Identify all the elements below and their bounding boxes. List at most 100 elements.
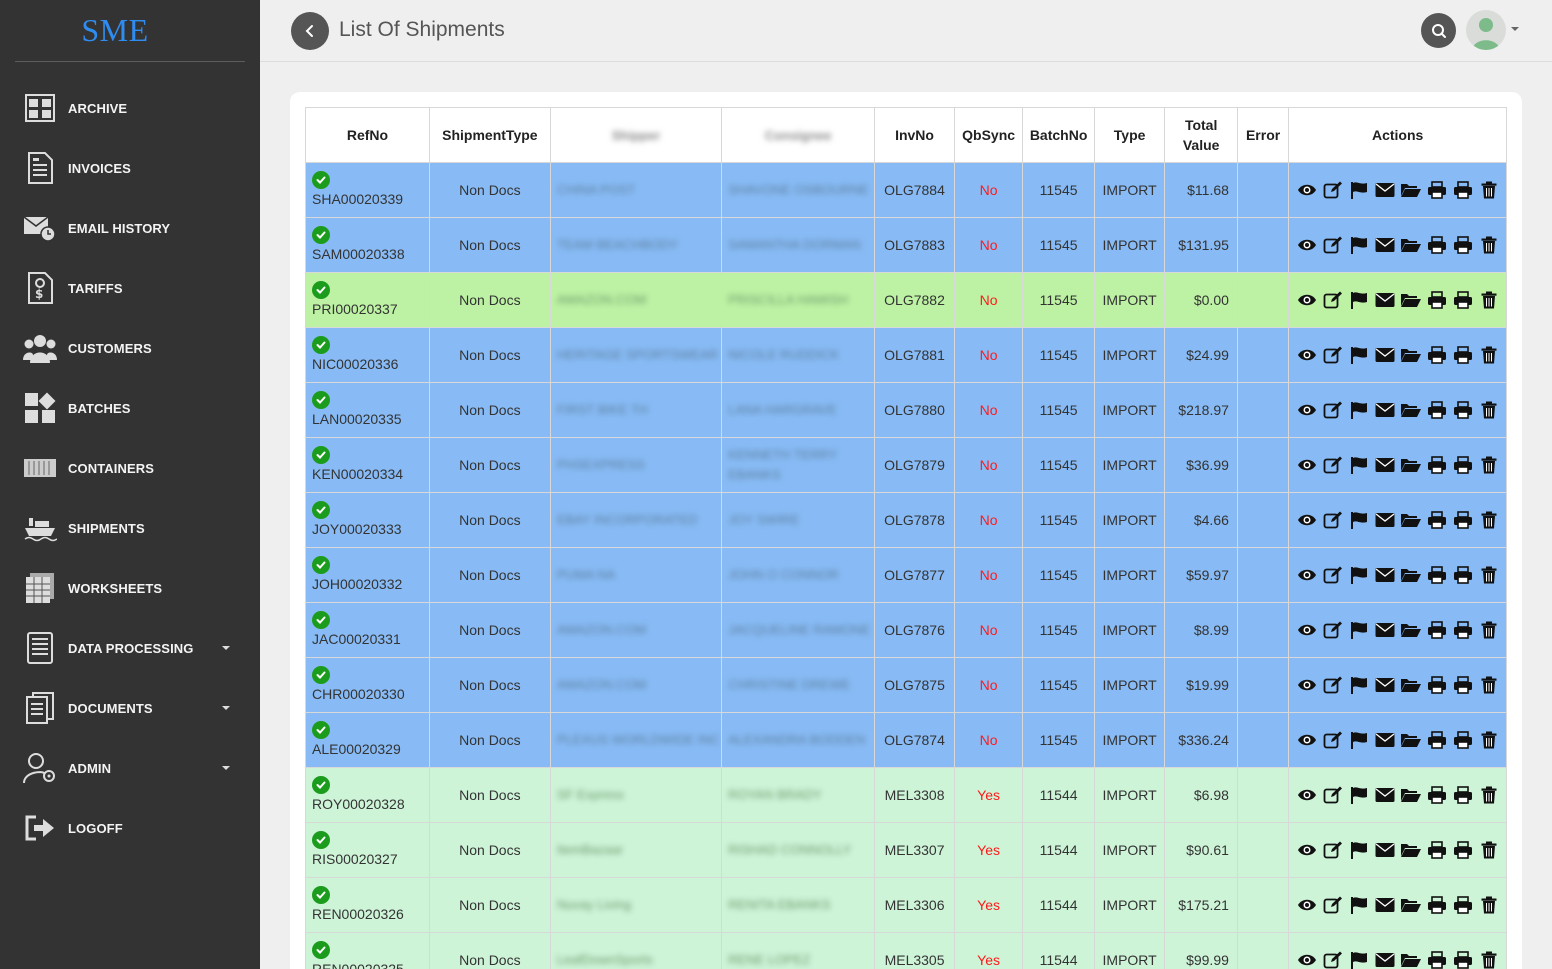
brand-logo[interactable]: SME bbox=[15, 0, 245, 62]
table-row[interactable]: JOH00020332 Non Docs PUMA NA JOHN O CONNOR O… bbox=[305, 547, 1507, 603]
folder-open-icon[interactable] bbox=[1400, 674, 1422, 696]
folder-open-icon[interactable] bbox=[1400, 179, 1422, 201]
user-menu-caret[interactable] bbox=[1511, 27, 1519, 31]
trash-icon[interactable] bbox=[1478, 234, 1500, 256]
trash-icon[interactable] bbox=[1478, 289, 1500, 311]
view-icon[interactable] bbox=[1296, 509, 1318, 531]
sidebar-item-data-processing[interactable]: DATA PROCESSING bbox=[0, 618, 260, 678]
print-icon[interactable] bbox=[1426, 179, 1448, 201]
sidebar-item-logoff[interactable]: LOGOFF bbox=[0, 798, 260, 858]
cell-refno[interactable]: LAN00020335 bbox=[305, 382, 430, 438]
folder-open-icon[interactable] bbox=[1400, 344, 1422, 366]
table-row[interactable]: CHR00020330 Non Docs AMAZON.COM CHRISTINE D… bbox=[305, 657, 1507, 713]
table-row[interactable]: KEN00020334 Non Docs PHSEXPRESS KENNETH TER… bbox=[305, 437, 1507, 493]
sidebar-item-admin[interactable]: ADMIN bbox=[0, 738, 260, 798]
col-total-value[interactable]: Total Value bbox=[1164, 107, 1238, 163]
email-icon[interactable] bbox=[1374, 619, 1396, 641]
table-row[interactable]: REN00020325 Non Docs LeafDownSports RENE LO… bbox=[305, 932, 1507, 969]
edit-icon[interactable] bbox=[1322, 729, 1344, 751]
view-icon[interactable] bbox=[1296, 179, 1318, 201]
trash-icon[interactable] bbox=[1478, 784, 1500, 806]
trash-icon[interactable] bbox=[1478, 399, 1500, 421]
sidebar-item-invoices[interactable]: INVOICES bbox=[0, 138, 260, 198]
folder-open-icon[interactable] bbox=[1400, 454, 1422, 476]
col-consignee[interactable]: Consignee bbox=[721, 107, 876, 163]
edit-icon[interactable] bbox=[1322, 289, 1344, 311]
trash-icon[interactable] bbox=[1478, 674, 1500, 696]
print-icon[interactable] bbox=[1426, 674, 1448, 696]
flag-icon[interactable] bbox=[1348, 894, 1370, 916]
view-icon[interactable] bbox=[1296, 894, 1318, 916]
edit-icon[interactable] bbox=[1322, 509, 1344, 531]
email-icon[interactable] bbox=[1374, 454, 1396, 476]
sidebar-item-batches[interactable]: BATCHES bbox=[0, 378, 260, 438]
print-icon[interactable] bbox=[1452, 234, 1474, 256]
print-icon[interactable] bbox=[1452, 729, 1474, 751]
cell-refno[interactable]: REN00020325 bbox=[305, 932, 430, 969]
print-icon[interactable] bbox=[1426, 784, 1448, 806]
view-icon[interactable] bbox=[1296, 234, 1318, 256]
email-icon[interactable] bbox=[1374, 179, 1396, 201]
table-row[interactable]: JAC00020331 Non Docs AMAZON.COM JACQUELINE … bbox=[305, 602, 1507, 658]
print-icon[interactable] bbox=[1426, 289, 1448, 311]
print-icon[interactable] bbox=[1426, 454, 1448, 476]
edit-icon[interactable] bbox=[1322, 949, 1344, 969]
trash-icon[interactable] bbox=[1478, 894, 1500, 916]
sidebar-item-email-history[interactable]: EMAIL HISTORY bbox=[0, 198, 260, 258]
view-icon[interactable] bbox=[1296, 619, 1318, 641]
table-row[interactable]: SHA00020339 Non Docs CHINA POST SHAVONE OSB… bbox=[305, 162, 1507, 218]
print-icon[interactable] bbox=[1426, 839, 1448, 861]
col-shipper[interactable]: Shipper bbox=[549, 107, 723, 163]
col-type[interactable]: Type bbox=[1093, 107, 1166, 163]
cell-refno[interactable]: RIS00020327 bbox=[305, 822, 430, 878]
view-icon[interactable] bbox=[1296, 454, 1318, 476]
email-icon[interactable] bbox=[1374, 509, 1396, 531]
table-row[interactable]: JOY00020333 Non Docs EBAY INCORPORATED JOY … bbox=[305, 492, 1507, 548]
folder-open-icon[interactable] bbox=[1400, 289, 1422, 311]
email-icon[interactable] bbox=[1374, 234, 1396, 256]
col-qbsync[interactable]: QbSync bbox=[953, 107, 1024, 163]
email-icon[interactable] bbox=[1374, 674, 1396, 696]
flag-icon[interactable] bbox=[1348, 784, 1370, 806]
trash-icon[interactable] bbox=[1478, 839, 1500, 861]
col-invno[interactable]: InvNo bbox=[874, 107, 955, 163]
cell-refno[interactable]: JAC00020331 bbox=[305, 602, 430, 658]
flag-icon[interactable] bbox=[1348, 674, 1370, 696]
flag-icon[interactable] bbox=[1348, 949, 1370, 969]
edit-icon[interactable] bbox=[1322, 399, 1344, 421]
print-icon[interactable] bbox=[1426, 399, 1448, 421]
flag-icon[interactable] bbox=[1348, 509, 1370, 531]
view-icon[interactable] bbox=[1296, 784, 1318, 806]
flag-icon[interactable] bbox=[1348, 289, 1370, 311]
email-icon[interactable] bbox=[1374, 839, 1396, 861]
email-icon[interactable] bbox=[1374, 894, 1396, 916]
print-icon[interactable] bbox=[1452, 454, 1474, 476]
view-icon[interactable] bbox=[1296, 674, 1318, 696]
edit-icon[interactable] bbox=[1322, 839, 1344, 861]
view-icon[interactable] bbox=[1296, 729, 1318, 751]
flag-icon[interactable] bbox=[1348, 729, 1370, 751]
trash-icon[interactable] bbox=[1478, 509, 1500, 531]
print-icon[interactable] bbox=[1452, 564, 1474, 586]
trash-icon[interactable] bbox=[1478, 179, 1500, 201]
print-icon[interactable] bbox=[1452, 399, 1474, 421]
print-icon[interactable] bbox=[1452, 784, 1474, 806]
trash-icon[interactable] bbox=[1478, 729, 1500, 751]
col-batchno[interactable]: BatchNo bbox=[1022, 107, 1095, 163]
folder-open-icon[interactable] bbox=[1400, 784, 1422, 806]
sidebar-item-worksheets[interactable]: WORKSHEETS bbox=[0, 558, 260, 618]
trash-icon[interactable] bbox=[1478, 564, 1500, 586]
flag-icon[interactable] bbox=[1348, 454, 1370, 476]
cell-refno[interactable]: CHR00020330 bbox=[305, 657, 430, 713]
email-icon[interactable] bbox=[1374, 289, 1396, 311]
trash-icon[interactable] bbox=[1478, 344, 1500, 366]
email-icon[interactable] bbox=[1374, 564, 1396, 586]
print-icon[interactable] bbox=[1426, 729, 1448, 751]
cell-refno[interactable]: SAM00020338 bbox=[305, 217, 430, 273]
cell-refno[interactable]: KEN00020334 bbox=[305, 437, 430, 493]
print-icon[interactable] bbox=[1452, 344, 1474, 366]
folder-open-icon[interactable] bbox=[1400, 509, 1422, 531]
folder-open-icon[interactable] bbox=[1400, 894, 1422, 916]
flag-icon[interactable] bbox=[1348, 179, 1370, 201]
search-button[interactable] bbox=[1421, 13, 1456, 48]
